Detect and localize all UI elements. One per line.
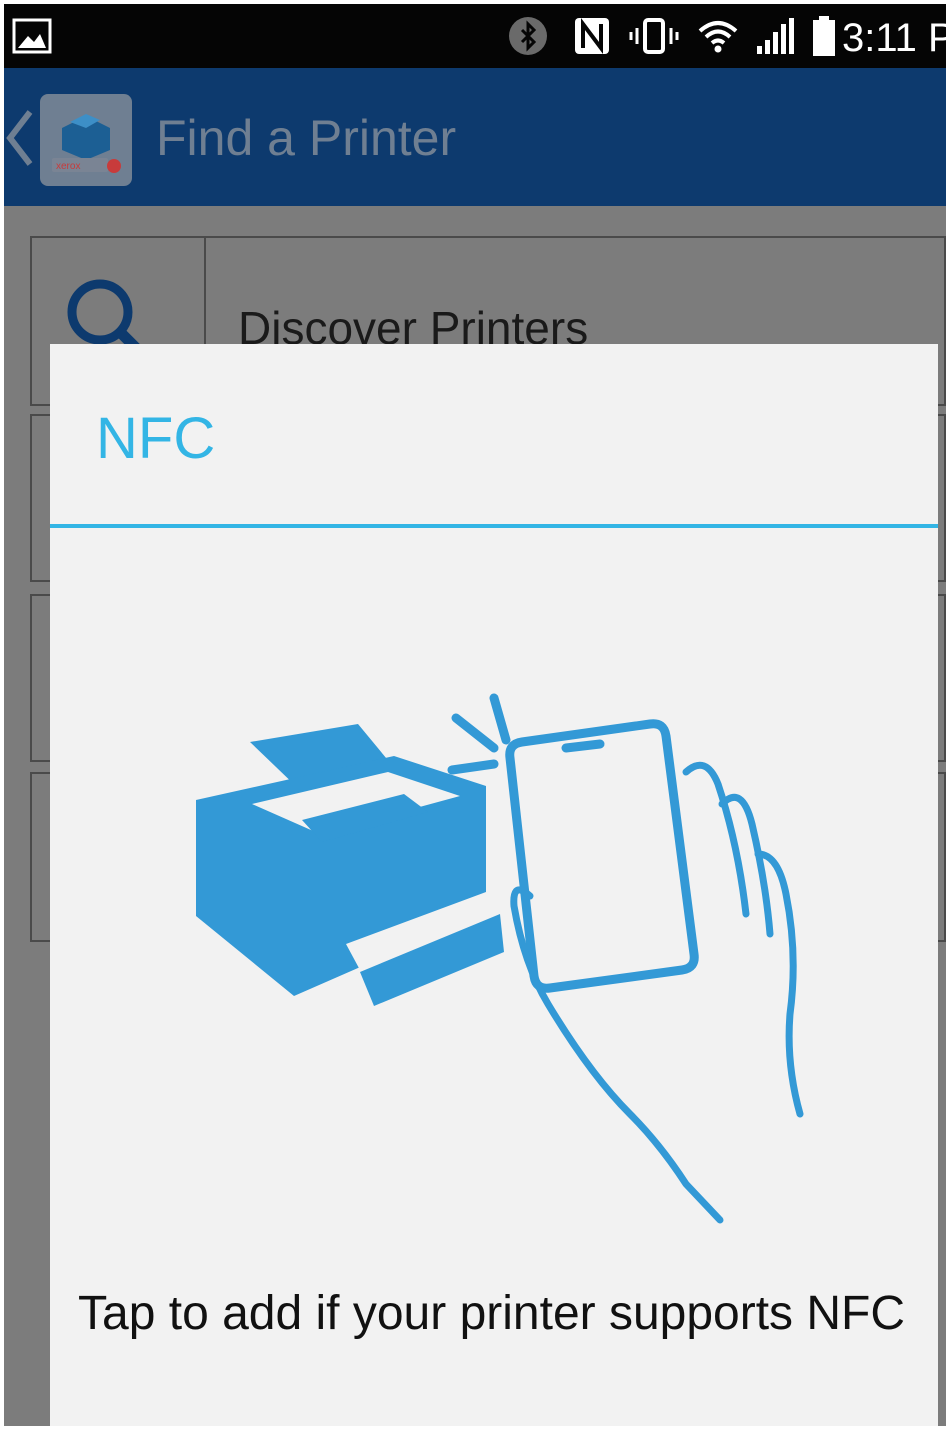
action-bar: xerox Find a Printer (4, 68, 946, 206)
hand-icon (510, 761, 804, 1224)
page-title: Find a Printer (156, 110, 457, 166)
status-time: 3:11 P (842, 16, 946, 60)
nfc-tap-illustration (190, 684, 810, 1224)
dialog-title: NFC (96, 406, 216, 471)
dialog-divider (50, 524, 938, 528)
nfc-dialog[interactable]: NFC Tap to add if your printer supports … (50, 344, 938, 1426)
bluetooth-icon (506, 12, 550, 60)
nfc-icon (570, 12, 614, 60)
screen: 3:11 P xerox Find a Printer Discover Pri… (4, 4, 946, 1426)
back-button[interactable] (4, 98, 36, 178)
gallery-icon (10, 12, 54, 60)
signal-icon (750, 12, 798, 60)
status-bar: 3:11 P (4, 4, 946, 68)
wifi-icon (696, 12, 740, 60)
app-logo[interactable]: xerox (40, 94, 132, 186)
xerox-logo-text: xerox (56, 161, 80, 172)
dialog-message: Tap to add if your printer supports NFC (78, 1287, 906, 1340)
vibrate-icon (626, 12, 682, 60)
smartphone-icon (505, 719, 699, 993)
battery-icon (810, 12, 838, 60)
tap-signal-lines (447, 693, 511, 775)
chevron-left-icon (6, 110, 33, 166)
xerox-printer-logo-icon: xerox (52, 114, 121, 173)
